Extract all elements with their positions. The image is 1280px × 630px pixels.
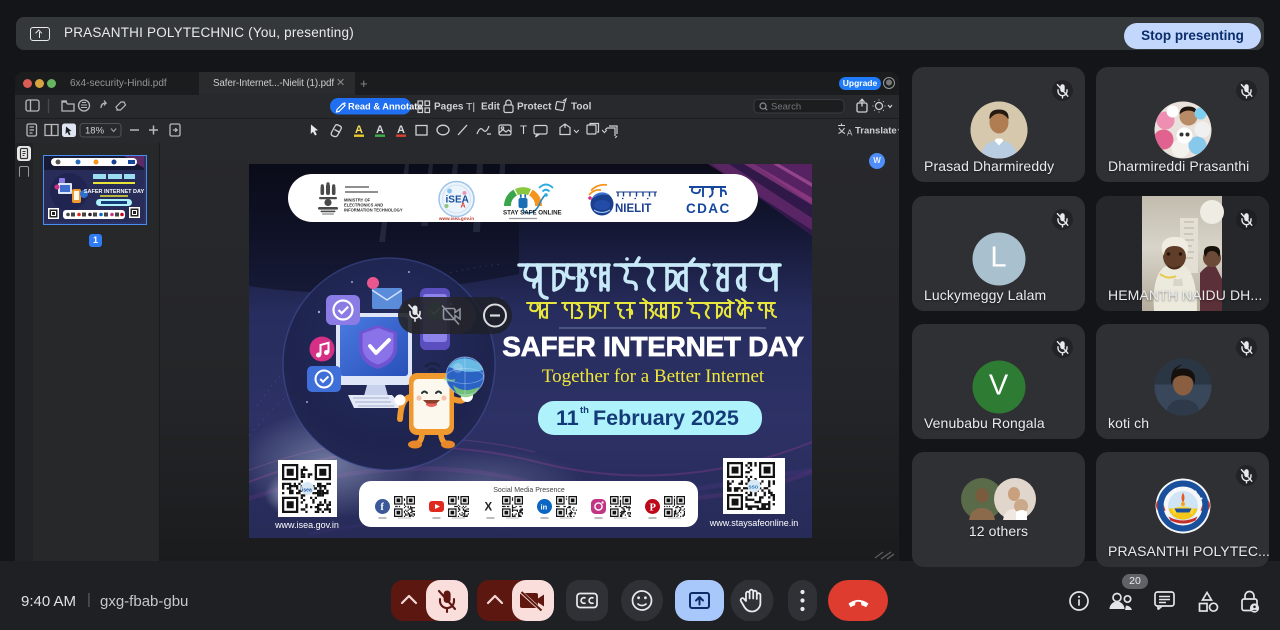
svg-text:www.isea.gov.in: www.isea.gov.in [274, 520, 339, 530]
svg-text:INFORMATION TECHNOLOGY: INFORMATION TECHNOLOGY [344, 208, 403, 213]
svg-text:February 2025: February 2025 [593, 406, 739, 430]
svg-text:Edit: Edit [481, 102, 501, 113]
svg-text:A: A [461, 203, 466, 210]
svg-text:Read & Annotate: Read & Annotate [348, 102, 423, 112]
svg-text:Tool: Tool [571, 102, 592, 113]
svg-text:in: in [541, 502, 548, 511]
svg-text:Pages: Pages [434, 102, 464, 113]
svg-text:A: A [355, 124, 363, 136]
svg-text:www.staysafeonline.in: www.staysafeonline.in [709, 518, 799, 528]
svg-text:P: P [650, 502, 657, 513]
svg-text:NIELIT: NIELIT [615, 203, 651, 215]
svg-text:th: th [580, 405, 589, 416]
svg-text:STAY SAFE ONLINE: STAY SAFE ONLINE [503, 210, 562, 217]
svg-text:T|: T| [466, 101, 475, 113]
svg-text:SSO: SSO [749, 485, 759, 490]
svg-text:T: T [520, 125, 527, 137]
svg-text:CDAC: CDAC [686, 201, 731, 216]
svg-text:A: A [397, 124, 405, 136]
svg-text:A: A [376, 124, 384, 136]
svg-text:Social Media Presence: Social Media Presence [493, 487, 565, 494]
svg-text:Protect: Protect [517, 102, 552, 113]
svg-text:Search: Search [771, 102, 801, 113]
svg-text:11: 11 [556, 406, 579, 430]
svg-text:X: X [485, 502, 493, 514]
svg-text:Translate: Translate [855, 126, 897, 137]
svg-text:SAFER INTERNET DAY: SAFER INTERNET DAY [84, 189, 144, 195]
svg-text:A: A [847, 129, 853, 138]
svg-text:www.isea.gov.in: www.isea.gov.in [438, 216, 474, 221]
svg-text:18%: 18% [85, 126, 105, 137]
svg-text:Together for a Better Internet: Together for a Better Internet [542, 366, 765, 387]
svg-text:SAFER INTERNET DAY: SAFER INTERNET DAY [502, 331, 804, 362]
svg-text:isea: isea [302, 488, 312, 494]
